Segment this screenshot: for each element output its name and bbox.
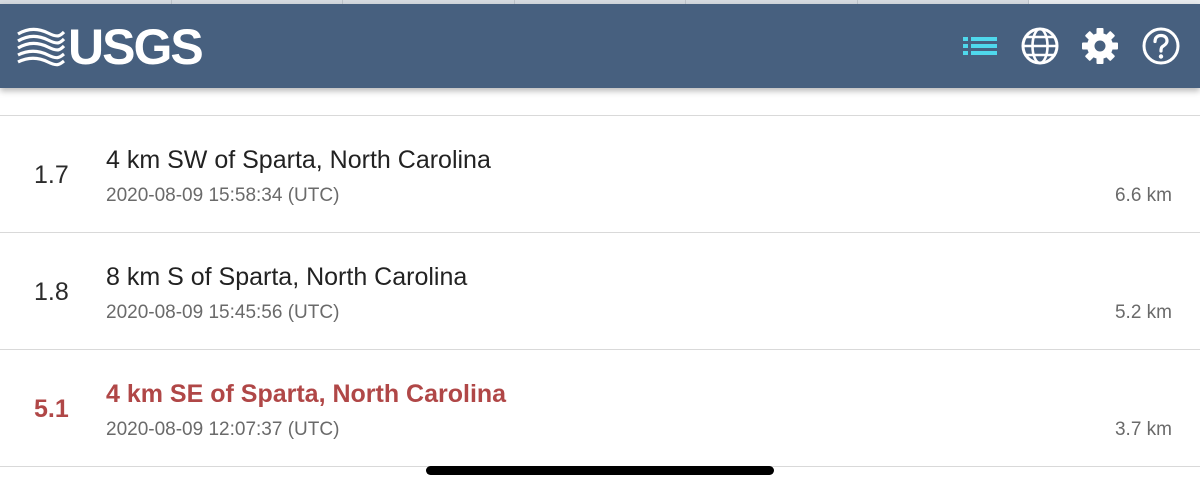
location: 4 km SE of Sparta, North Carolina: [106, 380, 507, 408]
depth: 5.2 km: [1114, 302, 1172, 323]
magnitude: 1.8: [34, 278, 69, 306]
help-icon[interactable]: [1141, 26, 1181, 66]
gear-icon[interactable]: [1080, 26, 1120, 66]
logo-text: USGS: [68, 19, 204, 75]
usgs-wave-icon: [17, 27, 66, 67]
timestamp: 2020-08-09 15:45:56 (UTC): [106, 302, 340, 323]
earthquake-item[interactable]: 1.7 4 km SW of Sparta, North Carolina 20…: [0, 116, 1200, 233]
list-icon[interactable]: [960, 26, 1000, 66]
globe-icon[interactable]: [1020, 26, 1060, 66]
usgs-logo[interactable]: USGS: [16, 19, 204, 75]
home-indicator[interactable]: [426, 466, 774, 475]
magnitude: 1.7: [34, 161, 69, 189]
location: 8 km S of Sparta, North Carolina: [106, 263, 468, 291]
location: 4 km SW of Sparta, North Carolina: [106, 146, 491, 174]
earthquake-item[interactable]: 1.8 8 km S of Sparta, North Carolina 202…: [0, 233, 1200, 350]
magnitude: 5.1: [34, 395, 69, 423]
app-header: USGS: [0, 4, 1200, 88]
depth: 6.6 km: [1114, 185, 1172, 206]
depth: 3.7 km: [1114, 419, 1172, 440]
earthquake-list: 1.7 4 km SW of Sparta, North Carolina 20…: [0, 115, 1200, 467]
earthquake-item-significant[interactable]: 5.1 4 km SE of Sparta, North Carolina 20…: [0, 350, 1200, 467]
timestamp: 2020-08-09 15:58:34 (UTC): [106, 185, 340, 206]
timestamp: 2020-08-09 12:07:37 (UTC): [106, 419, 340, 440]
